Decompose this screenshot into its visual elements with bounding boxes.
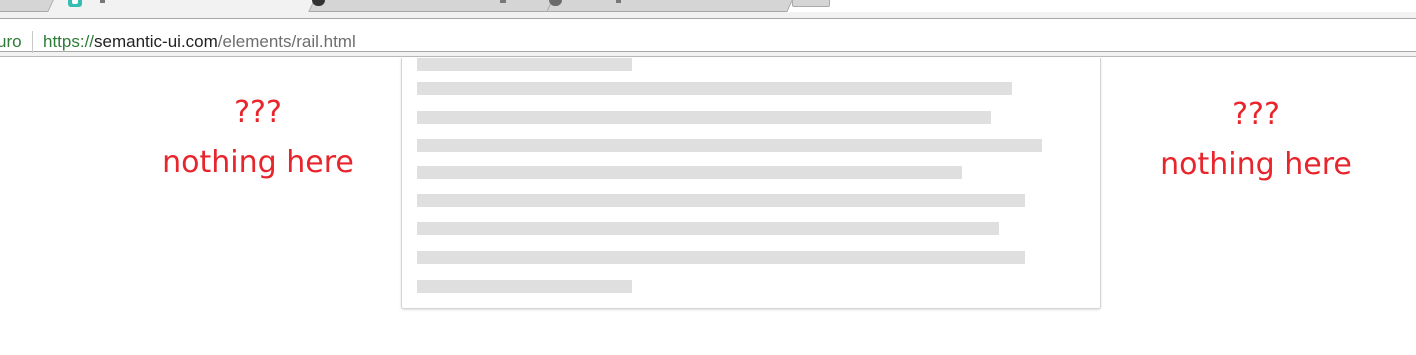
new-tab-button[interactable] — [792, 0, 830, 7]
url-host: semantic-ui.com — [94, 32, 218, 51]
content-segment — [401, 58, 1101, 309]
placeholder-line — [417, 139, 1042, 152]
right-rail-question: ??? — [1232, 97, 1280, 132]
url-text[interactable]: https://semantic-ui.com/elements/rail.ht… — [43, 33, 356, 50]
tab-strip — [0, 0, 1416, 12]
url-path: /elements/rail.html — [217, 32, 356, 51]
tab-semantic-rail[interactable] — [47, 0, 315, 12]
semantic-ui-icon — [68, 0, 82, 7]
placeholder-line — [417, 166, 962, 179]
tab-title-fragment — [500, 0, 506, 3]
placeholder-line — [417, 82, 1012, 95]
browser-toolbar: uro https://semantic-ui.com/elements/rai… — [0, 12, 1416, 57]
left-rail-annotation: ??? nothing here — [158, 95, 358, 181]
tab-title-fragment — [100, 0, 105, 3]
left-rail-note: nothing here — [162, 145, 354, 180]
url-scheme: https:// — [43, 32, 95, 51]
right-rail-annotation: ??? nothing here — [1156, 97, 1356, 183]
address-bar-divider — [32, 31, 33, 53]
placeholder-line — [417, 194, 1025, 207]
tab-title-fragment — [616, 0, 621, 3]
tab-github[interactable] — [297, 0, 553, 12]
placeholder-line — [417, 111, 991, 124]
right-rail-note: nothing here — [1160, 147, 1352, 182]
placeholder-line — [417, 222, 999, 235]
address-bar[interactable]: uro https://semantic-ui.com/elements/rai… — [0, 18, 1416, 53]
left-rail-question: ??? — [234, 95, 282, 130]
placeholder-line — [417, 280, 632, 293]
tab-settings[interactable] — [537, 0, 793, 12]
placeholder-line — [417, 58, 632, 71]
placeholder-line — [417, 251, 1025, 264]
site-chip[interactable]: uro — [0, 33, 22, 50]
